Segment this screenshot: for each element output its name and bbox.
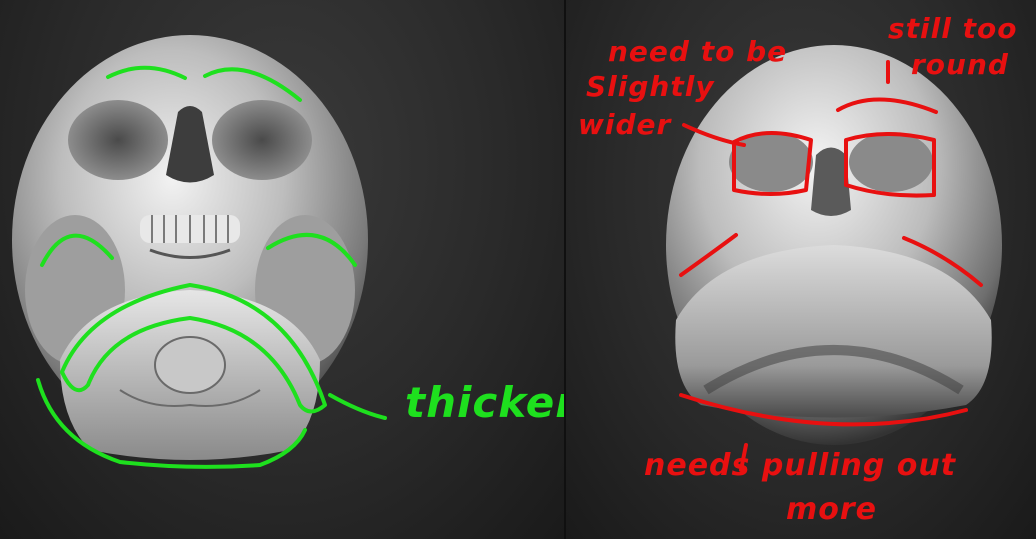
thicker-annotation: thicker (405, 378, 564, 427)
need-wider-line3: wider (578, 108, 672, 141)
right-eye-socket (212, 100, 312, 180)
need-wider-line2: Slightly (586, 70, 715, 103)
still-round-line1: still too (888, 12, 1018, 45)
pull-out-line2: more (786, 492, 878, 527)
sculpt-right-eye (849, 132, 933, 192)
sculpt-left-eye (729, 132, 813, 192)
sculpt-panel: need to be Slightly wider still too roun… (566, 0, 1036, 539)
comparison-canvas: thicker need to be Slightly wider still … (0, 0, 1036, 539)
upper-teeth (140, 215, 240, 243)
pull-out-line1: needs pulling out (644, 448, 957, 483)
skull-panel: thicker (0, 0, 564, 539)
need-wider-line1: need to be (608, 35, 788, 68)
left-eye-socket (68, 100, 168, 180)
chin-hole (154, 336, 226, 394)
still-round-line2: round (911, 48, 1009, 81)
skull-illustration (12, 35, 387, 469)
